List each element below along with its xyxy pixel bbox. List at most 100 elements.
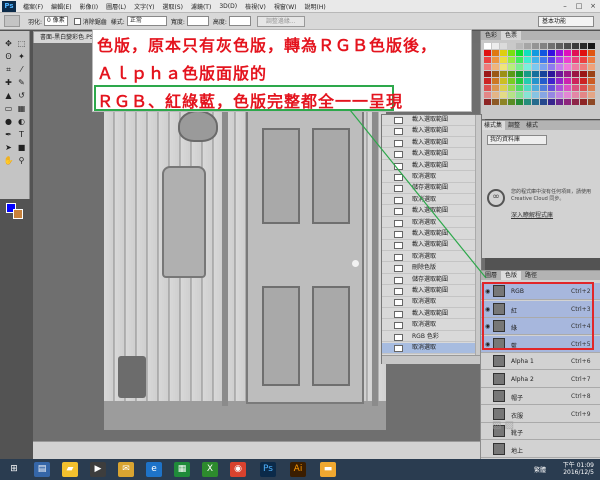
store-icon[interactable]: ▦ [174, 462, 190, 477]
color-swatch[interactable] [516, 43, 524, 50]
folder-icon[interactable]: ▰ [62, 462, 78, 477]
channel-row[interactable]: Alpha 2 Ctrl+7 [481, 371, 600, 388]
color-swatch[interactable] [508, 50, 516, 57]
color-swatch[interactable] [516, 85, 524, 92]
ie-icon[interactable]: e [146, 462, 162, 477]
color-swatch[interactable] [580, 92, 588, 99]
color-swatch[interactable] [548, 64, 556, 71]
color-swatch[interactable] [580, 71, 588, 78]
tab-channels[interactable]: 色版 [501, 271, 522, 280]
color-swatch[interactable] [556, 92, 564, 99]
color-swatch[interactable] [580, 85, 588, 92]
color-swatch[interactable] [492, 85, 500, 92]
color-swatch[interactable] [572, 71, 580, 78]
color-swatch[interactable] [564, 43, 572, 50]
color-swatch[interactable] [524, 57, 532, 64]
eyedropper-icon[interactable]: ⁄ [16, 65, 27, 75]
color-swatch[interactable] [524, 43, 532, 50]
color-swatch[interactable] [532, 78, 540, 85]
feather-input[interactable]: 0 像素 [44, 16, 68, 26]
channel-row[interactable]: 地上 [481, 441, 600, 458]
color-swatch[interactable] [532, 64, 540, 71]
color-swatch[interactable] [532, 85, 540, 92]
color-swatch[interactable] [492, 92, 500, 99]
history-item[interactable]: 取消選取 [382, 320, 481, 331]
refine-edge-button[interactable]: 調整邊緣... [256, 15, 305, 27]
menu-help[interactable]: 說明(H) [301, 2, 330, 11]
explorer-icon[interactable]: ▤ [34, 462, 50, 477]
eraser-tool-icon[interactable]: ▭ [3, 104, 14, 114]
color-swatch[interactable] [548, 78, 556, 85]
color-swatch[interactable] [508, 78, 516, 85]
color-swatch[interactable] [588, 99, 596, 106]
channel-row[interactable]: Alpha 1 Ctrl+6 [481, 353, 600, 370]
history-item[interactable]: 載入選取範圍 [382, 206, 481, 217]
color-swatch[interactable] [484, 64, 492, 71]
color-swatch[interactable] [572, 92, 580, 99]
history-item[interactable]: 載入選取範圍 [382, 229, 481, 240]
pen-tool-icon[interactable]: ✒ [3, 130, 14, 140]
history-item[interactable]: 取消選取 [382, 218, 481, 229]
color-swatch[interactable] [572, 78, 580, 85]
color-swatch[interactable] [508, 57, 516, 64]
tab-swatches[interactable]: 色票 [501, 31, 522, 40]
color-swatch[interactable] [508, 43, 516, 50]
menu-view[interactable]: 檢視(V) [241, 2, 270, 11]
history-item[interactable]: 取消選取 [382, 343, 481, 354]
brush-tool-icon[interactable]: ✎ [16, 78, 27, 88]
color-swatch[interactable] [532, 57, 540, 64]
menu-type[interactable]: 文字(Y) [130, 2, 158, 11]
magic-wand-icon[interactable]: ✦ [16, 52, 27, 62]
color-swatch[interactable] [540, 99, 548, 106]
color-swatch[interactable] [492, 57, 500, 64]
color-swatch[interactable] [508, 92, 516, 99]
color-swatch[interactable] [524, 99, 532, 106]
color-swatch[interactable] [572, 85, 580, 92]
color-swatch[interactable] [540, 92, 548, 99]
color-swatch[interactable] [516, 57, 524, 64]
color-swatch[interactable] [500, 78, 508, 85]
color-swatch[interactable] [580, 50, 588, 57]
color-swatch[interactable] [500, 99, 508, 106]
dodge-tool-icon[interactable]: ◐ [16, 117, 27, 127]
color-swatch[interactable] [564, 57, 572, 64]
color-swatch[interactable] [492, 71, 500, 78]
color-swatch[interactable] [516, 92, 524, 99]
color-swatch[interactable] [556, 50, 564, 57]
background-color-swatch[interactable] [13, 209, 23, 219]
color-swatch[interactable] [492, 64, 500, 71]
chrome-icon[interactable]: ◉ [230, 462, 246, 477]
color-swatch[interactable] [492, 78, 500, 85]
color-swatch[interactable] [484, 92, 492, 99]
color-swatch[interactable] [540, 43, 548, 50]
color-swatch[interactable] [516, 50, 524, 57]
color-swatch[interactable] [484, 99, 492, 106]
history-item[interactable]: 取消選取 [382, 172, 481, 183]
tab-styles[interactable]: 樣式 [523, 121, 541, 130]
crop-tool-icon[interactable]: ⌗ [3, 65, 14, 75]
tool-icon[interactable]: ✉ [118, 462, 134, 477]
marquee-tool-icon[interactable]: ⬚ [16, 39, 27, 49]
history-item[interactable]: 載入選取範圍 [382, 115, 481, 126]
color-swatch[interactable] [524, 78, 532, 85]
path-select-icon[interactable]: ➤ [3, 143, 14, 153]
color-swatch[interactable] [484, 85, 492, 92]
blur-tool-icon[interactable]: ● [3, 117, 14, 127]
color-swatch[interactable] [516, 78, 524, 85]
color-swatch[interactable] [508, 99, 516, 106]
color-swatch[interactable] [564, 85, 572, 92]
menu-3d[interactable]: 3D(D) [215, 3, 241, 10]
color-swatch[interactable] [524, 71, 532, 78]
color-swatch[interactable] [492, 99, 500, 106]
color-swatch[interactable] [500, 71, 508, 78]
color-swatch[interactable] [500, 64, 508, 71]
color-swatch[interactable] [540, 71, 548, 78]
color-swatch[interactable] [484, 78, 492, 85]
color-swatch[interactable] [588, 71, 596, 78]
history-item[interactable]: 取消選取 [382, 297, 481, 308]
color-swatch[interactable] [588, 85, 596, 92]
learn-libraries-link[interactable]: 深入瞭解程式庫 [511, 210, 553, 219]
color-swatch[interactable] [500, 92, 508, 99]
explorer-folder-icon[interactable]: ▬ [320, 462, 336, 477]
tab-adjustments[interactable]: 調整 [505, 121, 523, 130]
